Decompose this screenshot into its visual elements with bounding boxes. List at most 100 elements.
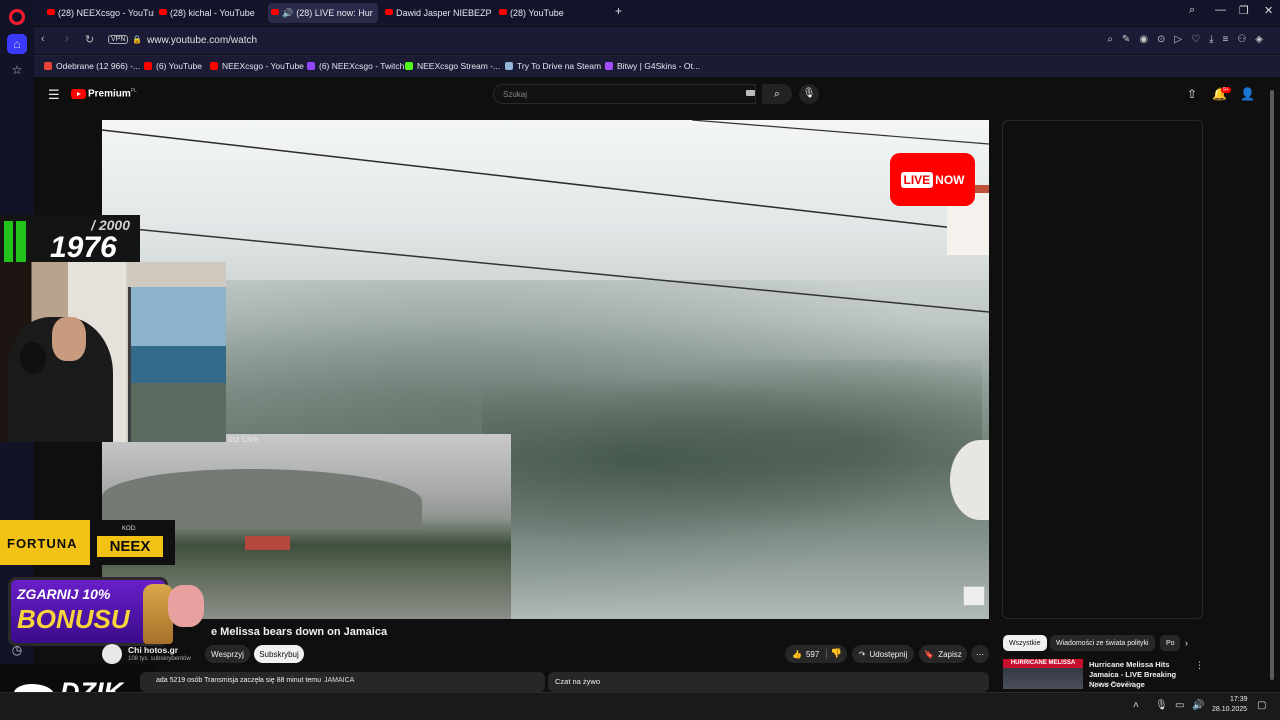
youtube-icon [159,9,167,15]
search-tabs-icon[interactable]: ⌕ [1189,4,1195,17]
live-chat-toggle[interactable]: Czat na żywo [548,672,989,692]
description-text: ada 5219 osób Transmisja zaczęła się 88 … [156,677,321,684]
scrollbar[interactable] [1270,82,1275,682]
speaker-icon[interactable]: 🔊 [282,8,293,19]
minimize-icon[interactable]: — [1215,4,1226,16]
youtube-brand[interactable]: PremiumPL [88,88,137,99]
bookmark-item[interactable]: Try To Drive na Steam [505,61,601,71]
inset-watermark: ioz Live [228,434,259,444]
clock-date[interactable]: 28.10.2025 [1212,706,1247,713]
bonus-line2: BONUSU [17,604,130,634]
channel-subscribers: 108 tys. subskrybentów [128,656,191,662]
building-roof [245,536,290,550]
youtube-icon [271,9,279,15]
tab-kichal[interactable]: (28) kichal - YouTube [156,3,266,23]
menu-icon[interactable]: ☰ [48,87,60,103]
youtube-header: ☰ PremiumPL Szukaj ⌕ 🎙 ⇧ 🔔 9+ 👤 [34,78,1280,110]
bonus-promo: ZGARNIJ 10% BONUSU [8,577,173,646]
description-box[interactable]: ada 5219 osób Transmisja zaczęła się 88 … [140,672,545,692]
chip-news[interactable]: Wiadomości ze świata polityki [1050,635,1155,651]
video-title: e Melissa bears down on Jamaica [211,626,388,638]
address-bar-tools[interactable]: ⌕✎◉⊙▷♡⤓≡⚇◈ [1107,34,1272,45]
microphone-icon[interactable]: 🎙 [1155,700,1168,711]
headphones-icon [20,342,46,374]
bookmarks-bar: Odebrane (12 966) -... (6) YouTube NEEXc… [34,55,1280,77]
back-icon[interactable]: ‹ [41,33,45,45]
clock-time[interactable]: 17:39 [1230,696,1248,703]
live-now-badge: LIVE NOW [890,153,975,206]
tab-live-now[interactable]: 🔊 (28) LIVE now: Hur [268,3,378,23]
chevron-up-icon[interactable]: ˄ [1133,700,1139,711]
address-bar: ‹ › ↻ VPN 🔒 www.youtube.com/watch ⌕✎◉⊙▷♡… [34,27,1280,54]
lock-icon[interactable]: 🔒 [132,35,142,44]
bookmark-item[interactable]: NEEXcsgo Stream -... [405,61,500,71]
tab-bar: (28) NEEXcsgo - YouTube (28) kichal - Yo… [34,0,1280,26]
url-field[interactable]: www.youtube.com/watch [147,35,257,46]
goal-value: 1976 [50,231,117,264]
side-panel [1002,120,1203,619]
related-thumbnail[interactable]: HURRICANE MELISSA [1003,659,1083,689]
close-icon[interactable]: ✕ [1264,4,1273,17]
channel-name[interactable]: Chi hotos.gr [128,645,178,655]
tab-dawid-jasper[interactable]: Dawid Jasper NIEBEZPIEC [382,3,492,23]
youtube-icon [210,62,218,70]
restore-icon[interactable]: ❐ [1239,4,1249,17]
microphone-icon: 🎙 [802,88,816,99]
youtube-icon [499,9,507,15]
related-channel[interactable]: Agence-Free TV [1089,682,1133,688]
reload-icon[interactable]: ↻ [85,33,94,46]
goal-bar-icon [4,221,26,265]
window-view [128,287,226,442]
bookmark-item[interactable]: (6) NEEXcsgo - Twitch [307,61,404,71]
bookmark-item[interactable]: Odebrane (12 966) -... [44,61,140,71]
upload-icon[interactable]: ⇧ [1187,87,1197,101]
share-button[interactable]: ↷ Udostępnij [852,645,914,663]
chip-all[interactable]: Wszystkie [1003,635,1047,651]
search-button[interactable]: ⌕ [762,84,792,104]
kick-icon [405,62,413,70]
keyboard-icon[interactable] [746,90,755,96]
related-more-icon[interactable]: ⋮ [1195,660,1204,671]
streamer-face [52,317,86,361]
bookmark-item[interactable]: Bitwy | G4Skins - Ot... [605,61,700,71]
related-thumbnail-label: HURRICANE MELISSA [1003,659,1083,668]
network-icon[interactable]: ▭ [1175,700,1184,711]
notifications-icon[interactable]: ▢ [1257,700,1266,711]
avatar[interactable]: 👤 [1240,87,1255,101]
youtube-logo-icon[interactable] [71,89,86,99]
youtube-icon [47,9,55,15]
bookmark-item[interactable]: (6) YouTube [144,61,202,71]
star-icon[interactable]: ☆ [7,60,27,80]
volume-icon[interactable]: 🔊 [1192,700,1204,711]
tab-neexcsgo[interactable]: (28) NEEXcsgo - YouTube [44,3,154,23]
description-tag[interactable]: JAMAICA [324,677,354,684]
share-icon: ↷ [858,649,866,659]
gmail-icon [44,62,52,70]
g4skins-icon [605,62,613,70]
voice-search-button[interactable]: 🎙 [799,84,819,104]
opera-logo-icon[interactable] [9,9,25,25]
subscriber-goal-counter: / 2000 1976 [0,215,140,265]
channel-avatar[interactable] [102,644,122,664]
tab-youtube[interactable]: (28) YouTube [496,3,606,23]
more-actions-button[interactable]: ⋯ [971,645,989,663]
search-icon: ⌕ [773,88,781,100]
notification-count-badge: 9+ [1221,87,1231,93]
search-input[interactable]: Szukaj [493,84,756,104]
promo-code-label: KOD: [122,526,137,532]
home-icon[interactable]: ⌂ [7,34,27,54]
steam-icon [505,62,513,70]
save-button[interactable]: 🔖 Zapisz [919,645,967,663]
thumbs-down-icon[interactable]: 👎 [831,648,842,659]
fortuna-logo: FORTUNA [7,536,78,551]
support-button[interactable]: Wesprzyj [205,645,250,663]
subscribe-button[interactable]: Subskrybuj [254,645,304,663]
chevron-right-icon[interactable]: › [1185,638,1188,648]
new-tab-button[interactable]: + [615,4,622,18]
like-button[interactable]: 👍 597 👎 [785,645,847,663]
twitch-icon [307,62,315,70]
vpn-badge[interactable]: VPN [108,35,129,44]
forward-icon[interactable]: › [65,33,69,45]
bookmark-item[interactable]: NEEXcsgo - YouTube [210,61,304,71]
chip-more[interactable]: Po [1160,635,1180,651]
